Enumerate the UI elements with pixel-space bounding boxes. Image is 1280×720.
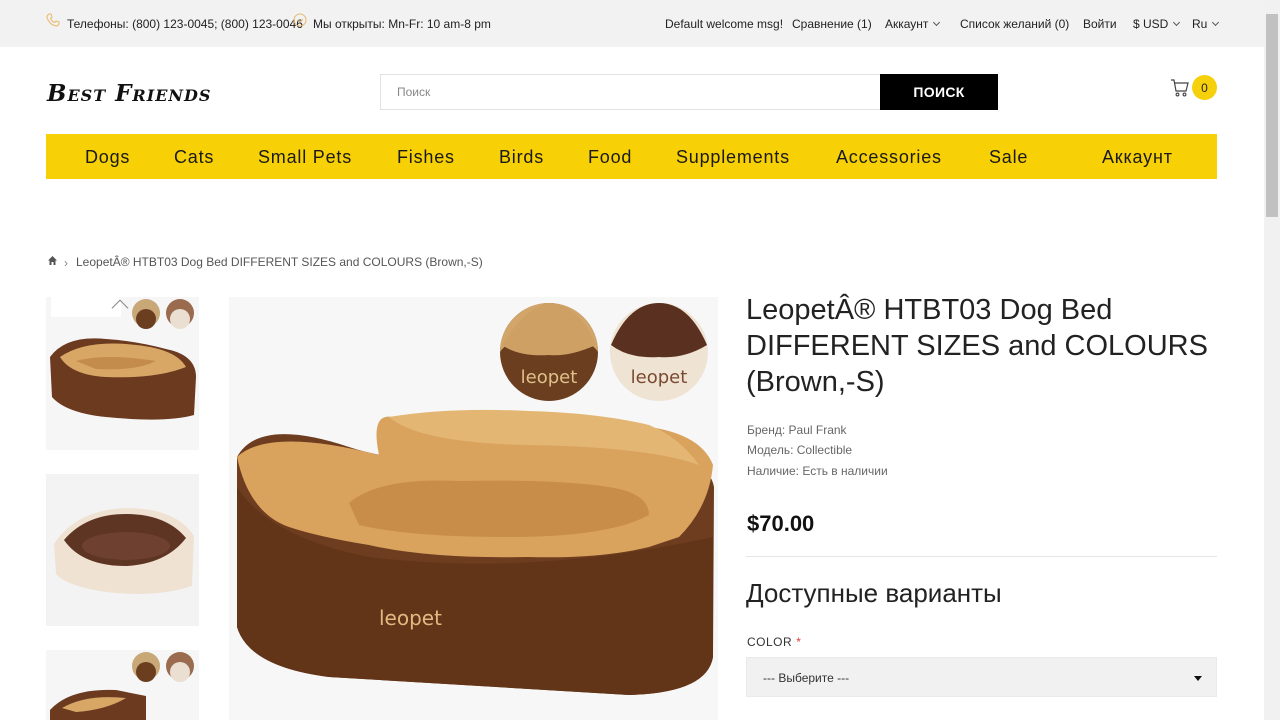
cart-count-badge[interactable]: 0	[1192, 75, 1217, 100]
welcome-message: Default welcome msg!	[665, 17, 784, 31]
chevron-down-icon	[933, 18, 941, 27]
thumbnail-2[interactable]	[46, 474, 199, 626]
home-icon[interactable]	[47, 255, 58, 266]
nav-item-small-pets[interactable]: Small Pets	[258, 147, 352, 168]
product-title: LeopetÂ® HTBT03 Dog Bed DIFFERENT SIZES …	[746, 294, 1208, 398]
search-box	[380, 74, 880, 110]
nav-item-cats[interactable]: Cats	[174, 147, 214, 168]
bed-brand-logo: leopet	[379, 606, 442, 630]
color-label-text: COLOR	[747, 635, 793, 649]
swatch-brand-cream: leopet	[631, 367, 688, 388]
nav-item-account[interactable]: Аккаунт	[1102, 147, 1173, 168]
swatch-brand-brown: leopet	[521, 367, 578, 388]
thumbnail-image-brown-bed-alt	[46, 650, 199, 720]
cart-icon[interactable]	[1170, 78, 1190, 98]
language-label: Ru	[1192, 17, 1208, 31]
phones-text: Телефоны: (800) 123-0045; (800) 123-0046	[67, 17, 303, 31]
breadcrumb-current[interactable]: LeopetÂ® HTBT03 Dog Bed DIFFERENT SIZES …	[76, 255, 483, 269]
top-bar: Телефоны: (800) 123-0045; (800) 123-0046…	[0, 0, 1264, 47]
thumbnail-1[interactable]	[46, 297, 199, 450]
chevron-down-icon	[1194, 676, 1202, 681]
scrollbar-thumb[interactable]	[1266, 14, 1278, 217]
account-dropdown[interactable]: Аккаунт	[885, 17, 941, 31]
dog-bed-image: leopet leopet leopet	[229, 297, 718, 720]
search-button[interactable]: ПОИСК	[880, 74, 998, 110]
price-divider	[746, 556, 1217, 557]
breadcrumb-separator: ›	[64, 256, 68, 270]
clock-icon	[293, 13, 307, 27]
thumbnail-image-cream-bed	[46, 474, 199, 626]
compare-link[interactable]: Сравнение (1)	[792, 17, 872, 31]
opening-hours-text: Мы открыты: Mn-Fr: 10 am-8 pm	[313, 17, 491, 31]
product-brand: Бренд: Paul Frank	[747, 423, 847, 437]
phone-icon	[46, 13, 60, 27]
currency-label: $ USD	[1133, 17, 1169, 31]
login-link[interactable]: Войти	[1083, 17, 1117, 31]
currency-dropdown[interactable]: $ USD	[1133, 17, 1181, 31]
main-product-image[interactable]: leopet leopet leopet	[229, 297, 718, 720]
wishlist-link[interactable]: Список желаний (0)	[960, 17, 1069, 31]
options-title: Доступные варианты	[746, 578, 1002, 608]
nav-item-accessories[interactable]: Accessories	[836, 147, 942, 168]
page-scrollbar[interactable]	[1264, 0, 1280, 720]
nav-item-dogs[interactable]: Dogs	[85, 147, 130, 168]
color-select[interactable]: --- Выберите ---	[746, 657, 1217, 697]
nav-item-food[interactable]: Food	[588, 147, 632, 168]
site-logo[interactable]: Best Friends	[47, 80, 211, 107]
thumbnail-image-brown-bed	[46, 297, 199, 450]
color-option-label: COLOR *	[747, 635, 801, 649]
chevron-down-icon	[1212, 18, 1220, 27]
nav-item-sale[interactable]: Sale	[989, 147, 1028, 168]
thumbnail-3[interactable]	[46, 650, 199, 720]
main-nav: Dogs Cats Small Pets Fishes Birds Food S…	[46, 134, 1217, 179]
product-price: $70.00	[747, 511, 815, 536]
color-select-value: --- Выберите ---	[763, 671, 850, 685]
nav-item-fishes[interactable]: Fishes	[397, 147, 455, 168]
product-availability: Наличие: Есть в наличии	[747, 464, 888, 478]
account-label: Аккаунт	[885, 17, 929, 31]
search-input[interactable]	[381, 75, 880, 109]
product-model: Модель: Collectible	[747, 443, 853, 457]
chevron-down-icon	[1173, 18, 1181, 27]
nav-item-supplements[interactable]: Supplements	[676, 147, 790, 168]
language-dropdown[interactable]: Ru	[1192, 17, 1220, 31]
nav-item-birds[interactable]: Birds	[499, 147, 544, 168]
required-mark: *	[796, 635, 802, 649]
